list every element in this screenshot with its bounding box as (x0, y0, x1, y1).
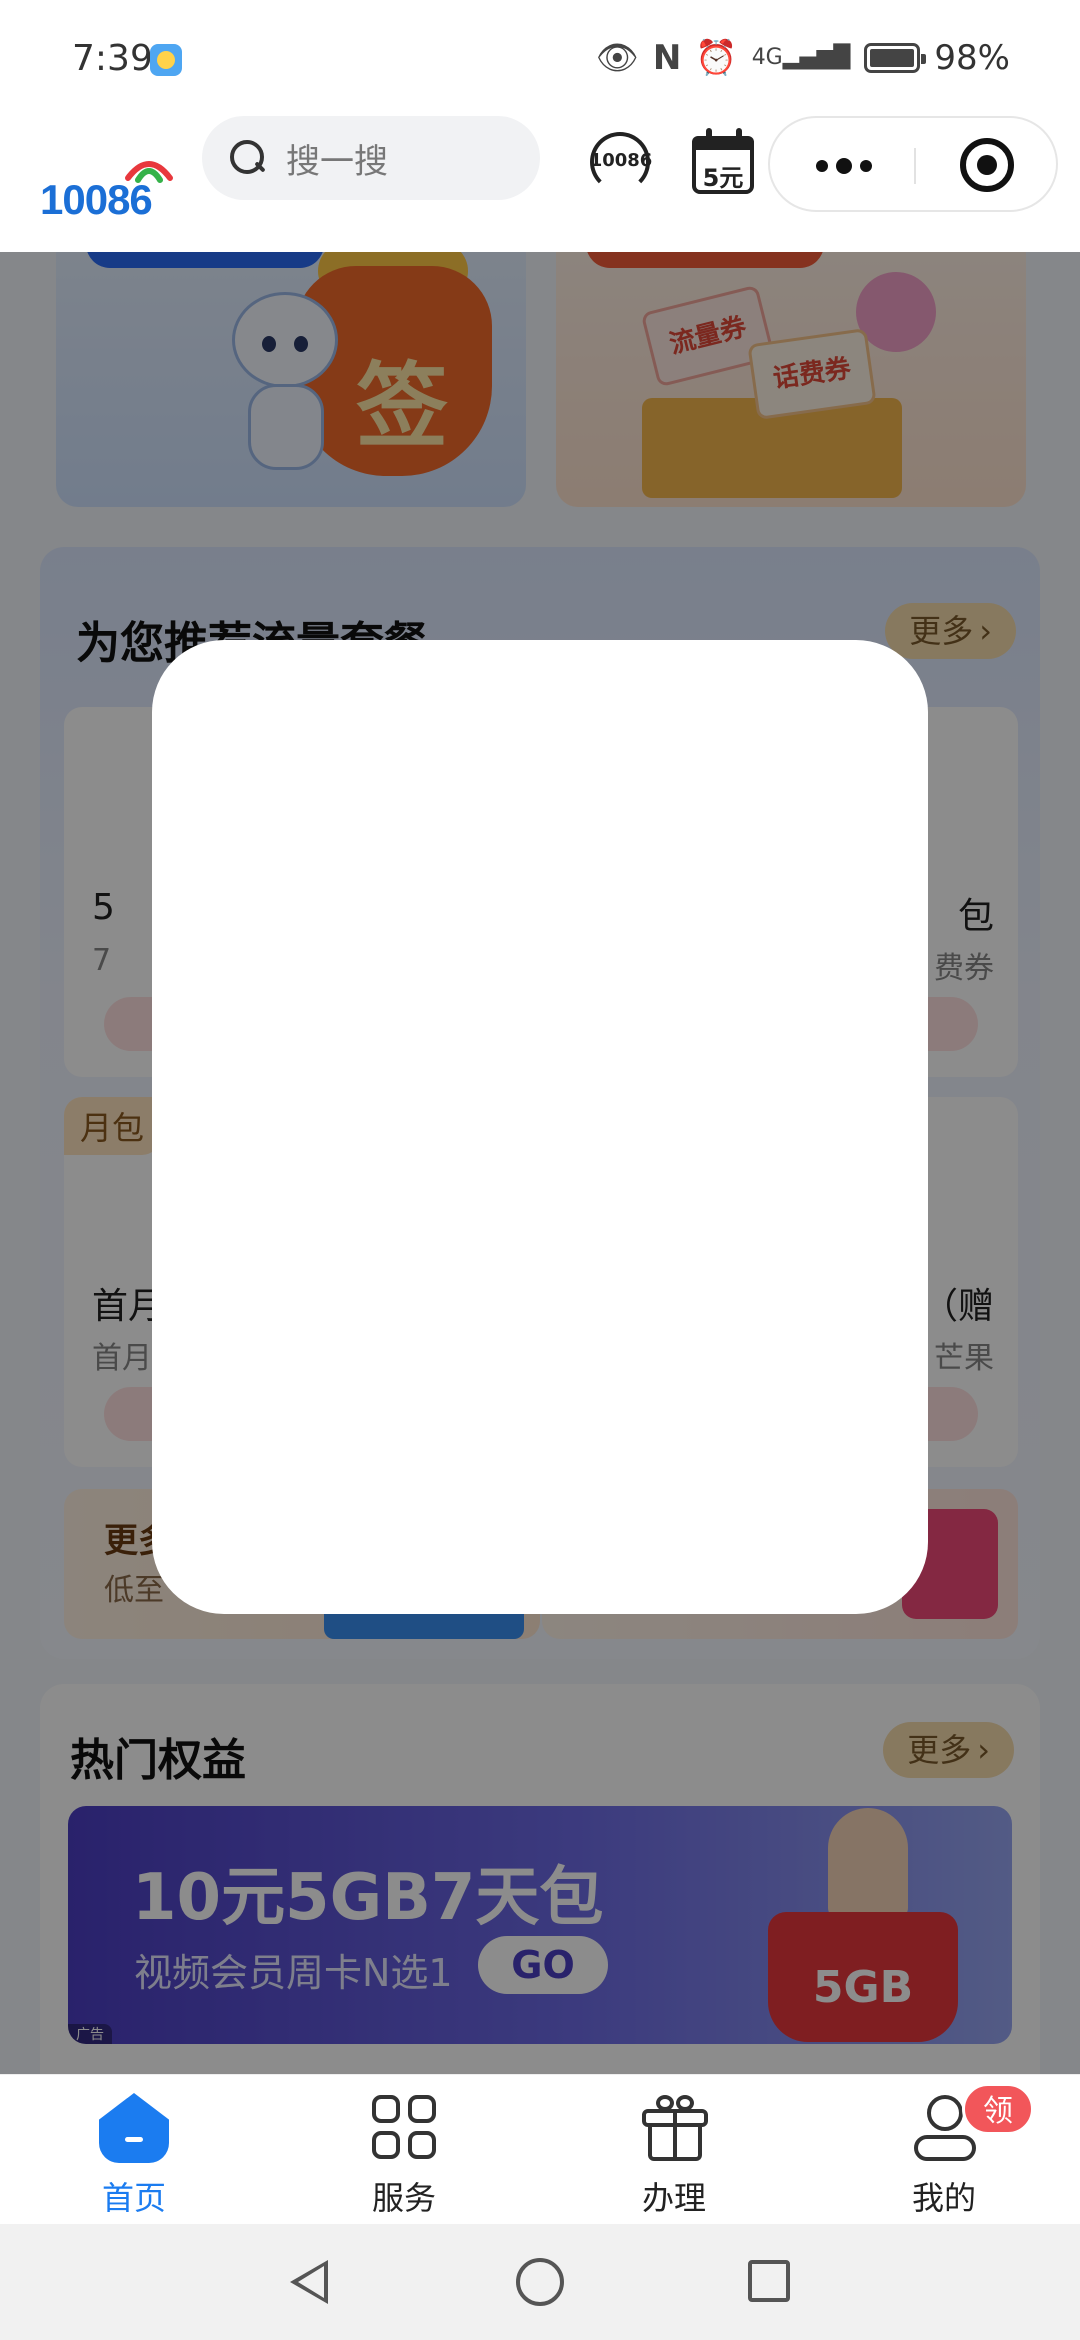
network-type: 4G (751, 45, 783, 70)
status-icons: 👁 N ⏰ 4G▂▄▆█ 98% (596, 38, 1010, 78)
alarm-icon: ⏰ (695, 38, 738, 78)
popup-dialog[interactable] (152, 640, 928, 1614)
grid-icon (372, 2095, 438, 2161)
calendar-bar (692, 136, 754, 150)
battery-icon (864, 43, 927, 73)
search-icon (230, 140, 266, 176)
battery-level: 98% (934, 38, 1010, 78)
tab-label: 我的 (911, 2179, 976, 2217)
app-header: 10086 搜一搜 10086 5元 (0, 116, 1080, 252)
miniprogram-capsule (768, 116, 1058, 212)
status-bar: 7:39 👁 N ⏰ 4G▂▄▆█ 98% (0, 0, 1080, 118)
more-dots-icon[interactable] (808, 156, 882, 176)
tab-handle[interactable]: 办理 (584, 2093, 764, 2217)
calendar-label: 5元 (702, 164, 744, 192)
recent-apps-icon[interactable] (748, 2260, 790, 2302)
claim-badge[interactable]: 领取 (962, 2083, 1034, 2181)
nfc-icon: N (652, 38, 682, 78)
tab-label: 办理 (641, 2179, 706, 2217)
tab-label: 首页 (101, 2179, 166, 2217)
customer-service-button[interactable]: 10086 (586, 128, 656, 198)
status-time: 7:39 (72, 38, 153, 79)
gift-icon (642, 2095, 708, 2161)
eye-icon: 👁 (595, 38, 639, 78)
customer-service-label: 10086 (589, 150, 653, 171)
bottom-tab-bar: 首页 服务 办理 领取 我的 (0, 2074, 1080, 2224)
system-nav-bar (0, 2224, 1080, 2340)
search-input[interactable]: 搜一搜 (202, 116, 540, 200)
logo-text: 10086 (40, 176, 153, 223)
weather-icon (150, 44, 182, 76)
tab-mine[interactable]: 领取 我的 (854, 2083, 1034, 2217)
search-placeholder: 搜一搜 (286, 141, 388, 182)
close-miniprogram-button[interactable] (960, 138, 1014, 192)
calendar-checkin-button[interactable]: 5元 (690, 128, 760, 198)
capsule-divider (914, 148, 916, 184)
home-circle-icon[interactable] (516, 2258, 564, 2306)
signal-icon: 4G▂▄▆█ (751, 45, 851, 70)
tab-service[interactable]: 服务 (314, 2093, 494, 2217)
brand-logo[interactable]: 10086 (40, 148, 190, 232)
tab-home[interactable]: 首页 (44, 2093, 224, 2217)
tab-label: 服务 (371, 2179, 436, 2217)
home-icon (99, 2093, 169, 2163)
back-icon[interactable] (290, 2260, 330, 2304)
